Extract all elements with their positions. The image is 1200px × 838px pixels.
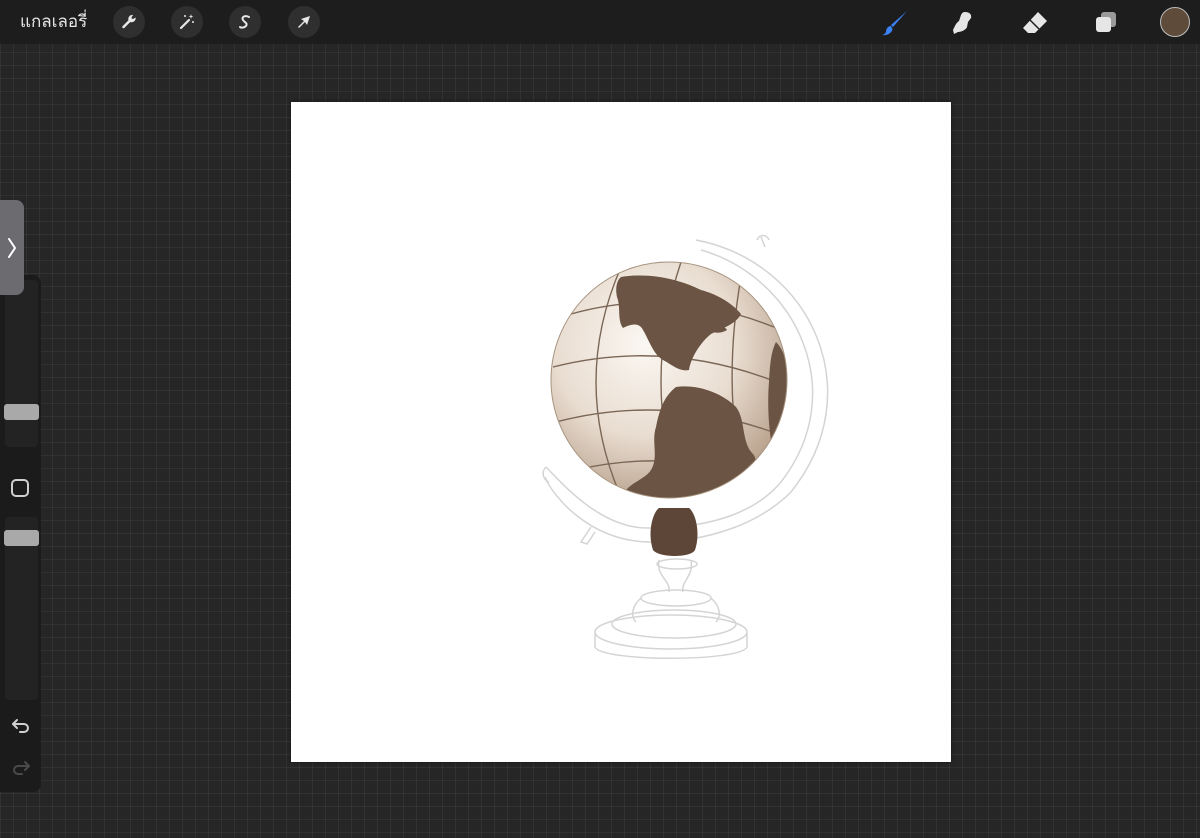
magic-wand-icon [179,14,194,30]
paint-tool-button[interactable] [878,6,912,40]
arrow-cursor-icon [298,16,310,28]
redo-icon [13,761,30,775]
globe-sphere [550,261,788,499]
eraser-tool-button[interactable] [1018,6,1052,40]
smudge-tool-button[interactable] [946,6,980,40]
left-sidebar [0,275,41,792]
top-toolbar: แกลเลอรี่ [0,0,1200,44]
undo-button[interactable] [10,715,32,735]
brush-icon [882,11,907,36]
gallery-button[interactable]: แกลเลอรี่ [20,9,87,35]
selection-s-icon [239,15,250,29]
selection-button[interactable] [229,6,261,38]
globe-artwork [542,234,829,659]
brush-size-handle[interactable] [4,404,39,420]
globe-pedestal [650,508,698,556]
transform-button[interactable] [288,6,320,38]
undo-icon [12,719,29,733]
brush-size-slider[interactable] [5,280,38,447]
drawing-canvas[interactable] [291,102,951,762]
redo-button[interactable] [10,757,32,777]
opacity-handle[interactable] [4,530,39,546]
eraser-icon [1023,12,1047,33]
smudge-icon [953,12,972,34]
wrench-icon [122,14,136,29]
sidebar-toggle-button[interactable] [0,200,24,295]
layers-icon [1096,12,1116,32]
color-swatch[interactable] [1160,7,1190,37]
actions-button[interactable] [113,6,145,38]
layers-button[interactable] [1089,6,1123,40]
modify-button[interactable] [11,479,29,497]
adjustments-button[interactable] [171,6,203,38]
chevron-right-icon [8,237,17,258]
